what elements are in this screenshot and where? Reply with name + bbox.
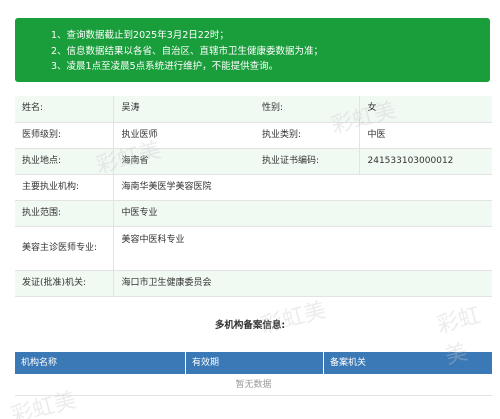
table-row: 医师级别: 执业医师 执业类别: 中医 bbox=[15, 122, 492, 149]
name-value: 吴涛 bbox=[113, 96, 255, 123]
watermark-logo: 彩虹美 bbox=[258, 297, 329, 340]
table-row: 姓名: 吴涛 性别: 女 bbox=[15, 96, 492, 123]
category-value: 中医 bbox=[359, 122, 492, 149]
level-label: 医师级别: bbox=[15, 122, 114, 149]
gender-label: 性别: bbox=[255, 96, 360, 123]
gender-value: 女 bbox=[359, 96, 492, 123]
column-header-institution: 机构名称 bbox=[15, 352, 186, 374]
table-row: 执业地点: 海南省 执业证书编码: 241533103000012 bbox=[15, 148, 492, 175]
table-row: 美容主诊医师专业: 美容中医科专业 bbox=[15, 226, 492, 271]
table-row: 主要执业机构: 海南华美医学美容医院 bbox=[15, 174, 492, 201]
issuer-value: 海口市卫生健康委员会 bbox=[113, 270, 492, 297]
location-label: 执业地点: bbox=[15, 148, 114, 175]
cosmetic-label: 美容主诊医师专业: bbox=[15, 226, 114, 271]
column-header-validity: 有效期 bbox=[186, 352, 324, 374]
notice-line: 1、查询数据截止到2025年3月2日22时； bbox=[51, 30, 229, 41]
name-label: 姓名: bbox=[15, 96, 114, 123]
cosmetic-value: 美容中医科专业 bbox=[113, 226, 492, 271]
scope-label: 执业范围: bbox=[15, 200, 114, 227]
location-value: 海南省 bbox=[113, 148, 255, 175]
cert-value: 241533103000012 bbox=[359, 148, 492, 175]
notice-banner: 1、查询数据截止到2025年3月2日22时； 2、信息数据结果以各省、自治区、直… bbox=[15, 18, 490, 82]
column-header-authority: 备案机关 bbox=[330, 358, 367, 368]
doctor-info-table: 姓名: 吴涛 性别: 女 医师级别: 执业医师 执业类别: 中医 执业地点: 海… bbox=[15, 96, 492, 297]
empty-data-text: 暂无数据 bbox=[15, 374, 492, 396]
issuer-label: 发证(批准)机关: bbox=[15, 270, 114, 297]
category-label: 执业类别: bbox=[255, 122, 360, 149]
level-value: 执业医师 bbox=[113, 122, 255, 149]
scope-value: 中医专业 bbox=[113, 200, 492, 227]
multi-institution-title: 多机构备案信息: bbox=[214, 320, 286, 331]
notice-line: 3、凌晨1点至凌晨5点系统进行维护，不能提供查询。 bbox=[51, 61, 279, 72]
cert-label: 执业证书编码: bbox=[255, 148, 360, 175]
institution-label: 主要执业机构: bbox=[15, 174, 114, 201]
notice-line: 2、信息数据结果以各省、自治区、直辖市卫生健康委数据为准； bbox=[51, 45, 324, 57]
institution-value: 海南华美医学美容医院 bbox=[113, 174, 492, 201]
table-row: 执业范围: 中医专业 bbox=[15, 200, 492, 227]
table-row: 发证(批准)机关: 海口市卫生健康委员会 bbox=[15, 270, 492, 297]
multi-institution-table: 机构名称 有效期 备案机关 暂无数据 bbox=[15, 352, 492, 396]
table-header: 机构名称 有效期 备案机关 bbox=[15, 352, 492, 374]
